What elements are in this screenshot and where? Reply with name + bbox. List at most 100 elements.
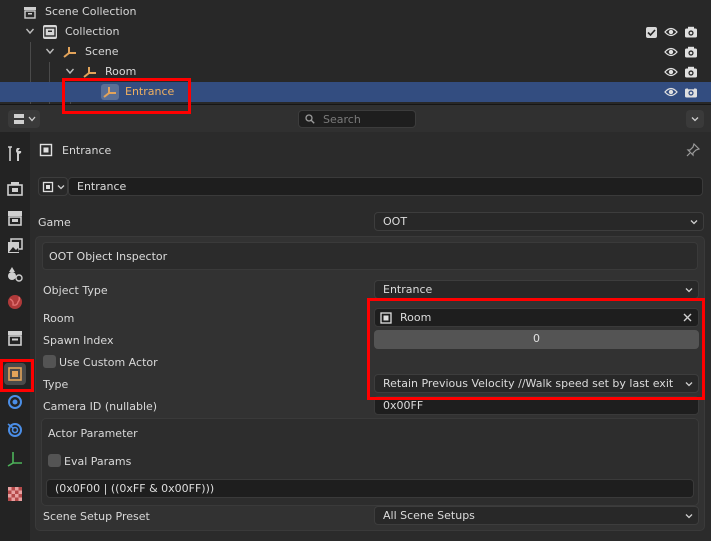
outliner-row-entrance[interactable]: Entrance [0, 82, 711, 102]
tab-tool[interactable] [5, 144, 25, 164]
camera-icon[interactable] [684, 66, 698, 78]
scene-setup-preset-dropdown[interactable]: All Scene Setups [374, 506, 699, 525]
editor-type-button[interactable] [8, 110, 40, 128]
spawn-index-field[interactable]: 0 [374, 330, 699, 349]
close-icon[interactable] [683, 313, 692, 322]
options-dropdown-button[interactable] [686, 110, 704, 128]
outliner-row-collection[interactable]: Collection [0, 22, 711, 42]
eye-icon[interactable] [664, 26, 678, 38]
object-icon [380, 312, 392, 324]
outliner-label: Entrance [125, 85, 175, 98]
tab-view-layer[interactable] [5, 236, 25, 256]
outliner-label: Room [105, 65, 137, 78]
view-layer-icon [8, 238, 23, 253]
inspector-title-box: OOT Object Inspector [42, 242, 698, 270]
actor-parameter-expression: (0x0F00 | ((0xFF & 0x00FF))) [55, 482, 215, 495]
type-value: Retain Previous Velocity //Walk speed se… [383, 377, 674, 390]
tab-object[interactable] [4, 363, 26, 385]
game-dropdown[interactable]: OOT [374, 212, 704, 231]
tab-output[interactable] [5, 208, 25, 228]
camera-icon[interactable] [684, 86, 698, 98]
actor-parameter-expression-field[interactable]: (0x0F00 | ((0xFF & 0x00FF))) [46, 479, 694, 498]
empty-data-icon [7, 452, 22, 467]
camera-id-label: Camera ID (nullable) [43, 400, 158, 413]
object-type-label: Object Type [43, 284, 108, 297]
tab-world[interactable] [5, 292, 25, 312]
camera-id-value: 0x00FF [383, 399, 424, 412]
camera-icon[interactable] [684, 46, 698, 58]
inspector-title: OOT Object Inspector [49, 250, 168, 263]
expand-toggle-icon[interactable] [25, 26, 35, 36]
tab-scene[interactable] [5, 264, 25, 284]
chevron-down-icon [690, 218, 698, 226]
game-label: Game [38, 216, 71, 229]
collection-icon [8, 331, 22, 346]
tool-icon [8, 146, 22, 161]
chevron-down-icon [691, 115, 699, 123]
tab-texture[interactable] [5, 484, 25, 504]
object-type-value: Entrance [383, 283, 433, 296]
outliner: Scene Collection Collection Scene Room E… [0, 0, 711, 104]
camera-id-field[interactable]: 0x00FF [374, 396, 699, 415]
constraints-icon [7, 423, 22, 437]
outliner-label: Scene [85, 45, 119, 58]
type-dropdown[interactable]: Retain Previous Velocity //Walk speed se… [374, 374, 699, 393]
expand-toggle-icon[interactable] [65, 66, 75, 76]
empty-object-icon [101, 84, 119, 100]
actor-parameter-title: Actor Parameter [48, 427, 138, 440]
tab-physics[interactable] [5, 392, 25, 412]
output-icon [8, 211, 22, 226]
chevron-down-icon [685, 286, 693, 294]
properties-tabs [0, 132, 30, 541]
object-properties: Entrance Entrance Game OOT OOT Object In… [30, 132, 711, 541]
object-icon [8, 367, 22, 381]
chevron-down-icon [685, 380, 693, 388]
room-label: Room [43, 312, 75, 325]
type-label: Type [43, 378, 69, 391]
object-type-dropdown[interactable]: Entrance [374, 280, 699, 299]
search-field[interactable]: Search [298, 110, 416, 128]
object-icon [39, 143, 53, 157]
eval-params-label: Eval Params [64, 455, 132, 468]
render-icon [7, 182, 23, 196]
collection-icon [43, 25, 57, 39]
outliner-row-scene[interactable]: Scene [0, 42, 711, 62]
physics-icon [8, 395, 22, 409]
game-value: OOT [383, 215, 408, 228]
spawn-index-value: 0 [533, 332, 540, 345]
tab-render[interactable] [5, 179, 25, 199]
use-custom-actor-checkbox[interactable] [43, 355, 56, 368]
tab-object-data[interactable] [5, 449, 25, 469]
camera-icon[interactable] [684, 26, 698, 38]
scene-collection-icon [23, 5, 37, 19]
object-title: Entrance [62, 144, 112, 157]
empty-object-icon [83, 65, 97, 79]
search-placeholder: Search [323, 113, 361, 126]
object-browse-button[interactable] [38, 177, 68, 196]
pin-icon[interactable] [686, 143, 700, 157]
scene-setup-preset-label: Scene Setup Preset [43, 510, 150, 523]
room-object-field[interactable]: Room [374, 308, 699, 327]
expand-toggle-icon[interactable] [45, 46, 55, 56]
tab-constraints[interactable] [5, 420, 25, 440]
spawn-index-label: Spawn Index [43, 334, 114, 347]
eye-icon[interactable] [664, 46, 678, 58]
object-icon [42, 181, 65, 193]
object-name-field[interactable]: Entrance [68, 177, 703, 196]
outliner-row-scene-collection[interactable]: Scene Collection [0, 2, 711, 22]
chevron-down-icon [685, 512, 693, 520]
exclude-checkbox-icon[interactable] [646, 27, 657, 38]
object-name-value: Entrance [77, 180, 127, 193]
search-icon [305, 114, 315, 124]
outliner-row-room[interactable]: Room [0, 62, 711, 82]
scene-setup-preset-value: All Scene Setups [383, 509, 475, 522]
properties-header: Search [0, 104, 711, 132]
eval-params-checkbox[interactable] [48, 454, 61, 467]
eye-icon[interactable] [664, 86, 678, 98]
tab-collection[interactable] [5, 328, 25, 348]
properties-editor-icon [14, 114, 36, 124]
empty-object-icon [63, 45, 77, 59]
eye-icon[interactable] [664, 66, 678, 78]
scene-icon [8, 267, 23, 282]
outliner-label: Collection [65, 25, 120, 38]
